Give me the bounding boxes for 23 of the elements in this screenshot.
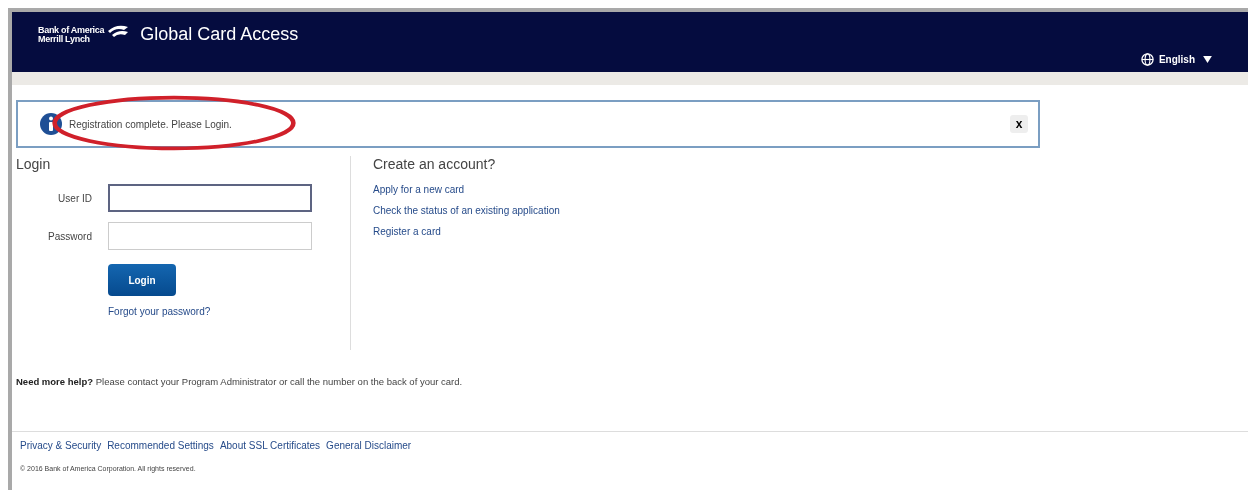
account-link[interactable]: Register a card bbox=[373, 226, 441, 237]
input-field[interactable] bbox=[108, 184, 312, 212]
info-icon bbox=[40, 113, 62, 135]
site-title: Global Card Access bbox=[140, 24, 299, 45]
logo-text: Bank of America Merrill Lynch bbox=[38, 26, 105, 44]
language-selector[interactable]: English bbox=[1140, 53, 1212, 66]
footer-link[interactable]: Privacy & Security bbox=[20, 440, 102, 451]
field-label: User ID bbox=[57, 192, 93, 204]
login-button[interactable]: Login bbox=[108, 264, 176, 296]
caret-icon bbox=[1203, 56, 1212, 63]
account-link[interactable]: Apply for a new card bbox=[373, 184, 465, 195]
help-text: Need more help? Please contact your Program Administrator or call the number on the back of your card. bbox=[16, 376, 464, 387]
globe-icon bbox=[1140, 53, 1154, 66]
footer-link[interactable]: Recommended Settings bbox=[107, 440, 214, 451]
field-label: Password bbox=[47, 230, 93, 242]
footer-link[interactable]: General Disclaimer bbox=[326, 440, 412, 451]
close-button[interactable]: x bbox=[1010, 115, 1028, 133]
section-heading: Create an account? bbox=[373, 156, 496, 172]
account-link[interactable]: Check the status of an existing application bbox=[373, 205, 560, 216]
forgot-password-link[interactable]: Forgot your password? bbox=[108, 306, 211, 317]
section-heading: Login bbox=[16, 156, 52, 172]
alert-message: Registration complete. Please Login. bbox=[69, 118, 232, 130]
footer-link[interactable]: About SSL Certificates bbox=[219, 440, 321, 451]
